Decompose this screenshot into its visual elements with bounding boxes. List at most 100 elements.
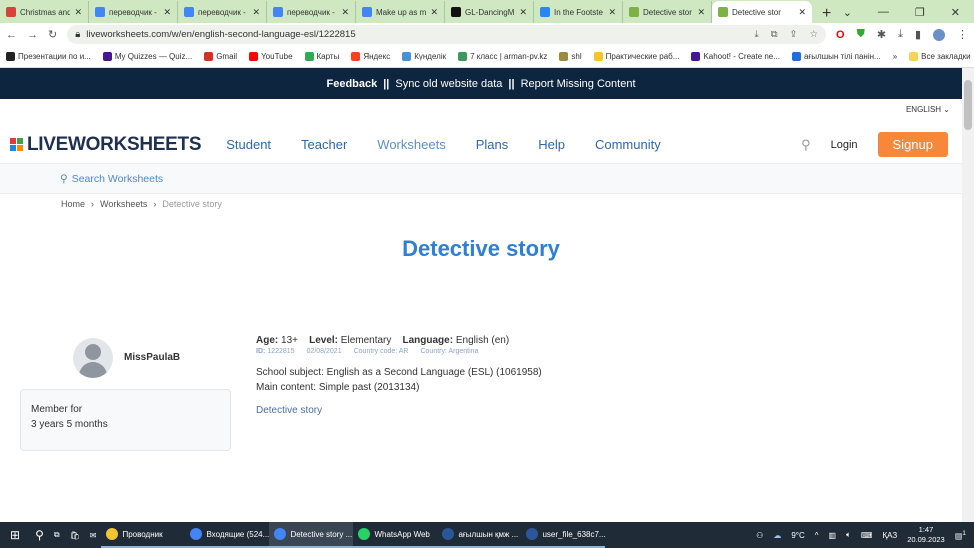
nav-teacher[interactable]: Teacher — [301, 137, 347, 152]
close-tab-icon[interactable]: ✕ — [341, 7, 349, 18]
chevron-up-icon[interactable]: ^ — [815, 531, 819, 540]
nav-community[interactable]: Community — [595, 137, 661, 152]
task-view-icon[interactable]: ⧉ — [49, 522, 65, 548]
forward-icon[interactable]: → — [27, 29, 38, 41]
nav-plans[interactable]: Plans — [476, 137, 509, 152]
browser-tab[interactable]: переводчик - ✕ — [267, 1, 356, 23]
main-content[interactable]: Main content: Simple past (2013134) — [256, 380, 542, 395]
keyboard-icon[interactable]: ⌨ — [861, 531, 873, 540]
bookmark[interactable]: Күнделік — [402, 52, 446, 62]
bookmark[interactable]: Практические раб... — [593, 52, 679, 62]
volume-icon[interactable]: 🔈︎ — [846, 530, 851, 540]
browser-tab[interactable]: In the Footste ✕ — [534, 1, 623, 23]
taskbar-app[interactable]: ағылшын қмж ... — [437, 522, 522, 548]
bookmarks-overflow[interactable]: » — [893, 52, 897, 61]
opera-icon[interactable]: O — [836, 29, 845, 41]
bookmark[interactable]: YouTube — [249, 52, 293, 62]
member-card: Member for 3 years 5 months — [20, 389, 231, 451]
scrollbar-thumb[interactable] — [964, 80, 972, 130]
close-tab-icon[interactable]: ✕ — [163, 7, 171, 18]
taskbar-app[interactable]: Проводник — [101, 522, 186, 548]
extension-shield-icon[interactable]: ⛊ — [857, 28, 865, 41]
weather-icon[interactable]: ☁ — [773, 531, 781, 540]
close-tab-icon[interactable]: ✕ — [697, 7, 705, 18]
scrollbar[interactable] — [962, 68, 974, 522]
taskbar-app[interactable]: WhatsApp Web — [353, 522, 438, 548]
taskbar-app[interactable]: user_file_638c7... — [521, 522, 606, 548]
side-panel-icon[interactable]: ▮ — [915, 28, 921, 41]
input-language[interactable]: ҚАЗ — [882, 531, 897, 540]
search-icon[interactable]: ⚲ — [801, 137, 811, 153]
nav-student[interactable]: Student — [226, 137, 271, 152]
network-icon[interactable]: ▥ — [829, 531, 837, 540]
browser-tab[interactable]: переводчик - ✕ — [89, 1, 178, 23]
download-icon[interactable]: ⤓ — [898, 28, 903, 41]
bookmark[interactable]: Kahoot! - Create ne... — [691, 52, 780, 62]
feedback-link[interactable]: Feedback — [326, 78, 377, 90]
mail-icon[interactable]: ✉ — [85, 522, 102, 548]
browser-tab[interactable]: Christmas and ✕ — [0, 1, 89, 23]
bookmark[interactable]: Карты — [304, 52, 339, 62]
star-icon[interactable]: ☆ — [810, 29, 819, 40]
tab-search-icon[interactable]: ⌄ — [843, 6, 852, 19]
breadcrumb-home[interactable]: Home — [61, 199, 85, 209]
logo[interactable]: LIVEWORKSHEETS — [10, 134, 202, 156]
url-field[interactable]: 🔒︎ liveworksheets.com/w/en/english-secon… — [67, 25, 827, 44]
weather-temp[interactable]: 9°C — [791, 531, 804, 540]
new-tab-icon[interactable]: + — [812, 5, 841, 23]
close-tab-icon[interactable]: ✕ — [74, 7, 82, 18]
all-bookmarks[interactable]: Все закладки — [909, 52, 971, 62]
worksheet-link[interactable]: Detective story — [256, 405, 542, 416]
notifications-icon[interactable]: ▤1 — [955, 530, 966, 541]
close-tab-icon[interactable]: ✕ — [252, 7, 260, 18]
bookmark[interactable]: 7 класс | arman-pv.kz — [458, 52, 547, 62]
login-link[interactable]: Login — [831, 139, 858, 151]
sync-link[interactable]: Sync old website data — [395, 78, 502, 90]
bookmark[interactable]: Яндекс — [351, 52, 390, 62]
reload-icon[interactable]: ↻ — [48, 28, 57, 41]
extensions-puzzle-icon[interactable]: ✱ — [877, 28, 886, 41]
close-tab-icon[interactable]: ✕ — [608, 7, 616, 18]
search-input[interactable]: Search Worksheets — [72, 173, 163, 185]
author-name[interactable]: MissPaulaB — [124, 352, 180, 363]
report-link[interactable]: Report Missing Content — [521, 78, 636, 90]
profile-avatar[interactable] — [933, 28, 945, 41]
bookmark[interactable]: shl — [559, 52, 582, 62]
nav-worksheets[interactable]: Worksheets — [377, 137, 445, 152]
bookmark[interactable]: Gmail — [204, 52, 237, 62]
signup-button[interactable]: Signup — [877, 132, 948, 157]
browser-tab[interactable]: Detective stor ✕ — [623, 1, 712, 23]
browser-tab[interactable]: переводчик - ✕ — [178, 1, 267, 23]
search-icon[interactable]: ⚲ — [30, 522, 49, 548]
bookmark[interactable]: My Quizzes — Quiz... — [102, 52, 192, 62]
logo-icon — [10, 138, 23, 151]
store-icon[interactable]: 🛍︎ — [65, 522, 85, 548]
close-tab-icon[interactable]: ✕ — [430, 7, 438, 18]
taskbar-app[interactable]: Detective story ... — [269, 522, 354, 548]
taskbar-app[interactable]: Входящие (524... — [185, 522, 270, 548]
close-tab-icon[interactable]: ✕ — [798, 7, 806, 18]
back-icon[interactable]: ← — [6, 29, 17, 41]
install-icon[interactable]: ⤓ — [755, 29, 759, 40]
close-tab-icon[interactable]: ✕ — [519, 7, 527, 18]
browser-tab[interactable]: Detective stor ✕ — [712, 1, 812, 23]
translate-icon[interactable]: ⧉ — [771, 29, 778, 40]
search-worksheets-bar[interactable]: ⚲ Search Worksheets — [0, 163, 962, 194]
bookmark[interactable]: Презентации по и... — [6, 52, 91, 62]
browser-tab[interactable]: GL-DancingM ✕ — [445, 1, 534, 23]
start-icon[interactable]: ⊞ — [0, 522, 30, 548]
nav-help[interactable]: Help — [538, 137, 565, 152]
bookmark[interactable]: ағылшын тілі панін... — [791, 52, 881, 62]
clock[interactable]: 1:47 20.09.2023 — [907, 525, 945, 545]
menu-icon[interactable]: ⋮ — [957, 28, 968, 41]
school-subject[interactable]: School subject: English as a Second Lang… — [256, 365, 542, 380]
share-icon[interactable]: ⇪ — [790, 29, 798, 40]
avatar[interactable] — [73, 338, 113, 378]
maximize-icon[interactable]: ❐ — [915, 6, 925, 19]
close-window-icon[interactable]: ✕ — [951, 6, 960, 19]
minimize-icon[interactable]: — — [878, 6, 889, 18]
browser-tab[interactable]: Make up as m ✕ — [356, 1, 445, 23]
language-selector[interactable]: ENGLISH ⌄ — [906, 105, 950, 114]
people-icon[interactable]: ⚇ — [756, 531, 763, 540]
breadcrumb-worksheets[interactable]: Worksheets — [100, 199, 147, 209]
